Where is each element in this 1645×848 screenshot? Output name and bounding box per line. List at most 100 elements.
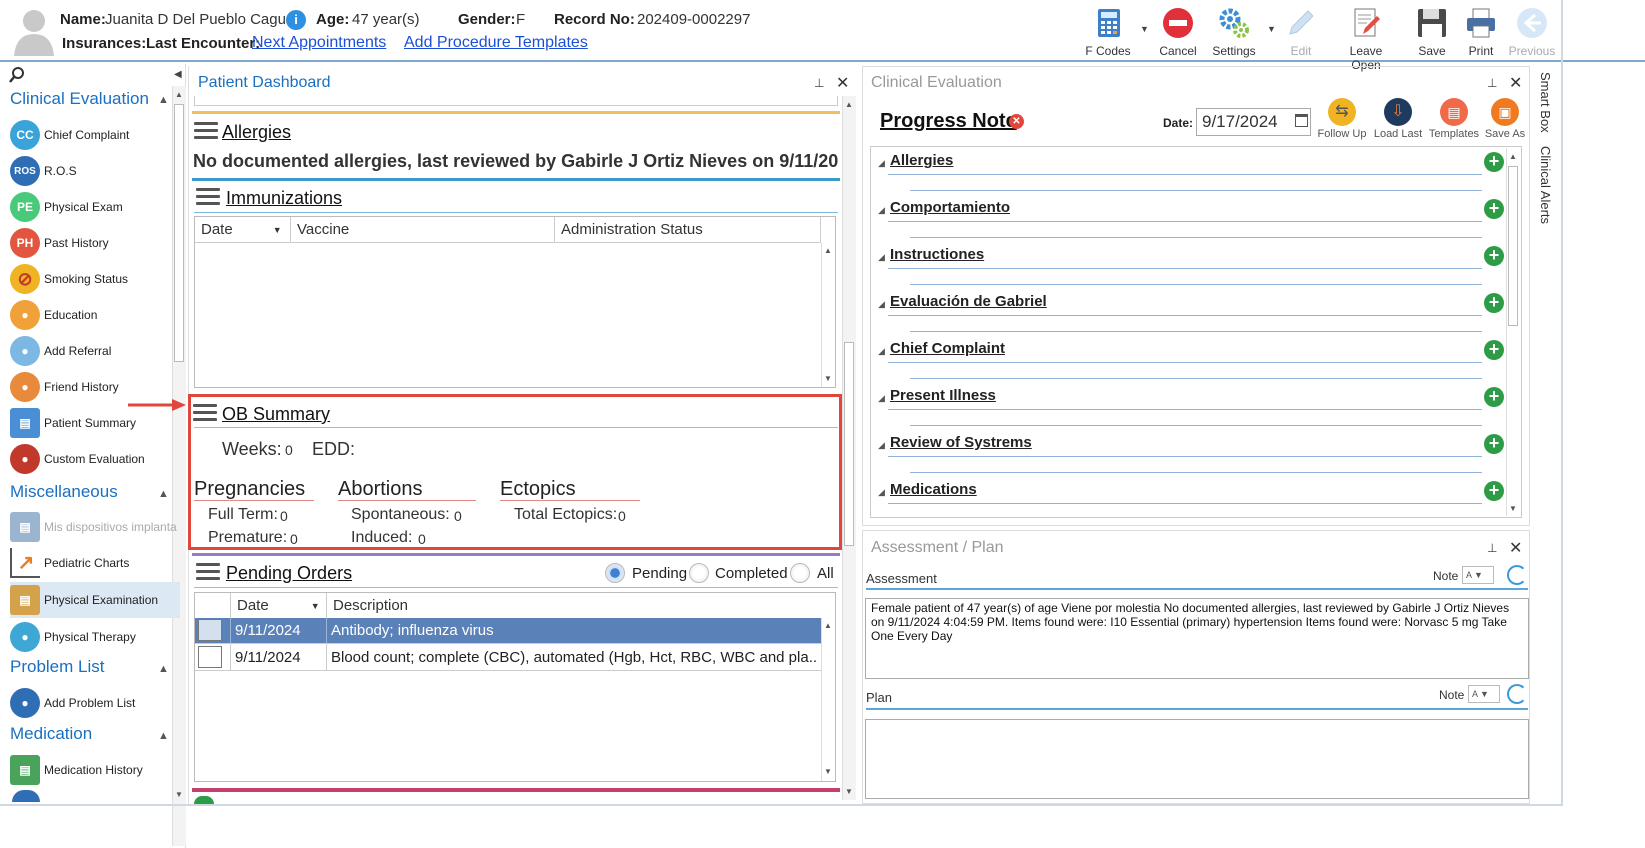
section-present-illness[interactable]: ◢ Present Illness + <box>876 385 1510 426</box>
table-row[interactable]: 9/11/2024 Blood count; complete (CBC), a… <box>195 644 821 671</box>
filter-all-label[interactable]: All <box>817 565 834 582</box>
pending-orders-title[interactable]: Pending Orders <box>226 563 352 584</box>
chevron-up-icon[interactable]: ▲ <box>158 94 169 106</box>
add-procedure-templates-link[interactable]: Add Procedure Templates <box>404 34 588 52</box>
assessment-note-dropdown[interactable]: A ▼ <box>1462 566 1494 584</box>
close-icon[interactable]: ✕ <box>1509 538 1522 558</box>
menu-icon[interactable] <box>194 122 218 140</box>
previous-button[interactable]: Previous <box>1500 4 1564 60</box>
section-evaluacion-gabriel[interactable]: ◢ Evaluación de Gabriel + <box>876 291 1510 332</box>
add-icon[interactable]: + <box>1484 199 1504 219</box>
menu-icon[interactable] <box>196 188 220 206</box>
section-review-of-systems[interactable]: ◢ Review of Systrems + <box>876 432 1510 473</box>
table-row[interactable]: 9/11/2024 Antibody; influenza virus <box>195 618 821 644</box>
section-clinical-evaluation[interactable]: Clinical Evaluation <box>10 89 149 109</box>
col-date[interactable]: Date ▼ <box>231 593 327 618</box>
row-checkbox[interactable] <box>198 619 222 641</box>
sidebar-item-physical-exam[interactable]: PE Physical Exam <box>10 190 180 224</box>
chevron-up-icon[interactable]: ▲ <box>158 663 169 675</box>
ob-summary-title[interactable]: OB Summary <box>222 404 330 425</box>
expand-triangle-icon[interactable]: ◢ <box>878 158 885 169</box>
pin-icon[interactable]: ⊥ <box>1487 76 1497 90</box>
dashboard-scroll-up-icon[interactable]: ▲ <box>842 98 856 112</box>
chevron-up-icon[interactable]: ▲ <box>158 488 169 500</box>
sidebar-item-add-problem-list[interactable]: ● Add Problem List <box>10 686 180 720</box>
add-icon[interactable]: + <box>1484 340 1504 360</box>
sidebar-item-add-referral[interactable]: ● Add Referral <box>10 334 180 368</box>
expand-triangle-icon[interactable]: ◢ <box>878 487 885 498</box>
close-icon[interactable]: ✕ <box>1509 73 1522 93</box>
section-problem-list[interactable]: Problem List <box>10 657 104 677</box>
progress-note-title[interactable]: Progress Note <box>880 110 1017 133</box>
close-icon[interactable]: ✕ <box>836 73 849 93</box>
collapse-left-icon[interactable]: ◀ <box>174 69 182 80</box>
expand-triangle-icon[interactable]: ◢ <box>878 440 885 451</box>
pin-icon[interactable]: ⊥ <box>814 76 824 90</box>
scroll-down-icon[interactable]: ▼ <box>821 372 835 386</box>
info-icon[interactable]: i <box>286 10 306 30</box>
fcodes-button[interactable]: F Codes <box>1076 4 1140 60</box>
sidebar-item-physical-examination[interactable]: ▤ Physical Examination <box>10 582 180 618</box>
filter-pending-radio[interactable] <box>605 563 625 583</box>
sidebar-item-custom-evaluation[interactable]: ● Custom Evaluation <box>10 442 180 476</box>
col-admin-status[interactable]: Administration Status <box>555 217 821 242</box>
settings-button[interactable]: Settings <box>1202 4 1266 60</box>
dashboard-scroll-thumb[interactable] <box>844 342 854 546</box>
immunizations-scrollbar[interactable] <box>821 243 835 387</box>
section-comportamiento[interactable]: ◢ Comportamiento + <box>876 197 1510 238</box>
expand-triangle-icon[interactable]: ◢ <box>878 299 885 310</box>
nav-scroll-down-icon[interactable]: ▼ <box>172 788 186 802</box>
nav-scroll-up-icon[interactable]: ▲ <box>172 88 186 102</box>
row-checkbox[interactable] <box>198 646 222 668</box>
sidebar-item-chief-complaint[interactable]: CC Chief Complaint <box>10 118 180 152</box>
col-date[interactable]: Date ▼ <box>195 217 291 242</box>
expand-triangle-icon[interactable]: ◢ <box>878 205 885 216</box>
save-as-button[interactable]: ▣ Save As <box>1480 98 1530 144</box>
follow-up-button[interactable]: ⇆ Follow Up <box>1316 98 1368 144</box>
add-icon[interactable]: + <box>1484 152 1504 172</box>
sidebar-item-pediatric-charts[interactable]: ↗ Pediatric Charts <box>10 546 180 580</box>
leave-open-button[interactable]: Leave Open <box>1334 4 1398 72</box>
sidebar-item-physical-therapy[interactable]: ● Physical Therapy <box>10 620 180 654</box>
scroll-down-icon[interactable]: ▼ <box>821 765 835 779</box>
refresh-icon[interactable] <box>1507 684 1527 704</box>
search-icon[interactable] <box>8 66 26 89</box>
orders-scrollbar[interactable] <box>821 618 835 781</box>
load-last-button[interactable]: ⇩ Load Last <box>1372 98 1424 144</box>
sidebar-item-past-history[interactable]: PH Past History <box>10 226 180 260</box>
cancel-button[interactable]: Cancel <box>1146 4 1210 60</box>
expand-triangle-icon[interactable]: ◢ <box>878 252 885 263</box>
scroll-up-icon[interactable]: ▲ <box>821 619 835 633</box>
filter-pending-label[interactable]: Pending <box>632 565 687 582</box>
sections-scroll-thumb[interactable] <box>1508 166 1518 326</box>
smart-box-tab[interactable]: Smart Box <box>1538 72 1553 133</box>
pin-icon[interactable]: ⊥ <box>1487 541 1497 555</box>
section-medications[interactable]: ◢ Medications + <box>876 479 1510 509</box>
section-chief-complaint[interactable]: ◢ Chief Complaint + <box>876 338 1510 379</box>
next-appointments-link[interactable]: Next Appointments <box>252 34 386 52</box>
add-icon[interactable]: + <box>1484 387 1504 407</box>
menu-icon[interactable] <box>193 404 217 422</box>
sidebar-item-education[interactable]: ● Education <box>10 298 180 332</box>
section-instructiones[interactable]: ◢ Instructiones + <box>876 244 1510 285</box>
section-miscellaneous[interactable]: Miscellaneous <box>10 482 118 502</box>
add-icon[interactable]: + <box>1484 293 1504 313</box>
sidebar-item-implanted-devices[interactable]: ▤ Mis dispositivos implanta <box>10 510 180 544</box>
immunizations-title[interactable]: Immunizations <box>226 188 342 209</box>
add-icon[interactable]: + <box>1484 481 1504 501</box>
section-medication[interactable]: Medication <box>10 724 92 744</box>
templates-button[interactable]: ▤ Templates <box>1428 98 1480 144</box>
expand-triangle-icon[interactable]: ◢ <box>878 346 885 357</box>
dashboard-scroll-down-icon[interactable]: ▼ <box>842 785 856 799</box>
add-icon[interactable]: + <box>1484 246 1504 266</box>
expand-triangle-icon[interactable]: ◢ <box>878 393 885 404</box>
scroll-up-icon[interactable]: ▲ <box>821 244 835 258</box>
menu-icon[interactable] <box>196 563 220 581</box>
sidebar-item-ros[interactable]: ROS R.O.S <box>10 154 180 188</box>
allergies-title[interactable]: Allergies <box>222 122 291 143</box>
filter-completed-label[interactable]: Completed <box>715 565 788 582</box>
plan-note-dropdown[interactable]: A ▼ <box>1468 685 1500 703</box>
remove-note-icon[interactable]: ✕ <box>1009 114 1024 129</box>
scroll-up-icon[interactable]: ▲ <box>1506 150 1520 164</box>
add-icon[interactable]: + <box>1484 434 1504 454</box>
